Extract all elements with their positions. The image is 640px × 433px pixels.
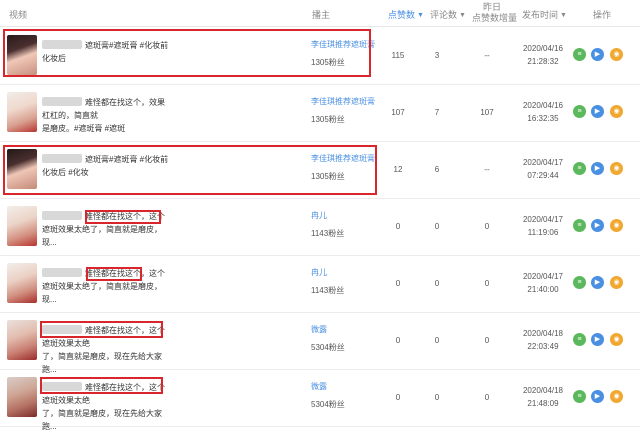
sort-desc-icon: ▼ (417, 12, 424, 19)
likes-count: 0 (395, 393, 401, 402)
likes-count: 107 (391, 108, 405, 117)
author-link[interactable]: 李佳琪推荐遮斑膏 (311, 96, 375, 107)
likes-count: 0 (395, 336, 401, 345)
detail-icon[interactable]: ≡ (573, 48, 586, 61)
comments-count: 0 (434, 222, 440, 231)
analyze-icon[interactable]: ◉ (610, 162, 623, 175)
author-link[interactable]: 微露 (311, 324, 327, 335)
play-icon[interactable]: ▶ (591, 105, 604, 118)
author-link[interactable]: 冉儿 (311, 210, 327, 221)
header-yesterday-likes[interactable]: 昨日 点赞数增量 (472, 2, 517, 24)
video-thumbnail[interactable] (7, 263, 37, 303)
analyze-icon[interactable]: ◉ (610, 276, 623, 289)
comments-count: 7 (434, 108, 440, 117)
play-icon[interactable]: ▶ (591, 48, 604, 61)
fans-count: 1143粉丝 (311, 286, 345, 295)
table-row: 难怪都在找这个，这个 遮斑效果太绝了，简直就是磨皮，现... 冉儿 1143粉丝 … (0, 198, 640, 256)
header-comments[interactable]: 评论数 ▼ (430, 8, 466, 21)
video-thumbnail[interactable] (7, 320, 37, 360)
yesterday-likes-count: -- (484, 51, 490, 60)
fans-count: 1305粉丝 (311, 115, 345, 124)
likes-count: 0 (395, 222, 401, 231)
yesterday-likes-count: 0 (484, 393, 490, 402)
detail-icon[interactable]: ≡ (573, 333, 586, 346)
yesterday-likes-count: 0 (484, 222, 490, 231)
header-publish-time[interactable]: 发布时间 ▼ (522, 8, 567, 21)
detail-icon[interactable]: ≡ (573, 105, 586, 118)
comments-count: 0 (434, 393, 440, 402)
play-icon[interactable]: ▶ (591, 162, 604, 175)
video-table: 视频 播主 点赞数 ▼ 评论数 ▼ 昨日 点赞数增量 发布时间 ▼ 操作 遮斑膏#遮斑膏… (0, 0, 640, 431)
author-tag (42, 97, 82, 106)
highlight-box (85, 210, 161, 224)
highlight-box (40, 321, 163, 338)
play-icon[interactable]: ▶ (591, 219, 604, 232)
analyze-icon[interactable]: ◉ (610, 48, 623, 61)
highlight-box (3, 29, 371, 77)
video-title[interactable]: 难怪都在找这个，效果杠杠的，简直就 是磨皮。#遮斑膏 #遮斑 (42, 96, 170, 135)
publish-time: 2020/04/17 11:19:06 (522, 215, 564, 237)
highlight-box (86, 267, 142, 281)
play-icon[interactable]: ▶ (591, 333, 604, 346)
play-icon[interactable]: ▶ (591, 390, 604, 403)
detail-icon[interactable]: ≡ (573, 219, 586, 232)
comments-count: 6 (434, 165, 440, 174)
fans-count: 5304粉丝 (311, 400, 345, 409)
publish-time: 2020/04/18 21:48:09 (522, 386, 564, 408)
author-tag (42, 268, 82, 277)
publish-time: 2020/04/17 07:29:44 (522, 158, 564, 180)
author-tag (42, 211, 82, 220)
video-thumbnail[interactable] (7, 377, 37, 417)
publish-time: 2020/04/18 22:03:49 (522, 329, 564, 351)
analyze-icon[interactable]: ◉ (610, 105, 623, 118)
highlight-box (40, 377, 163, 394)
comments-count: 3 (434, 51, 440, 60)
likes-count: 0 (395, 279, 401, 288)
yesterday-likes-count: -- (484, 165, 490, 174)
yesterday-likes-count: 0 (484, 336, 490, 345)
yesterday-likes-count: 107 (480, 108, 494, 117)
detail-icon[interactable]: ≡ (573, 390, 586, 403)
author-link[interactable]: 微露 (311, 381, 327, 392)
analyze-icon[interactable]: ◉ (610, 390, 623, 403)
table-row: 难怪都在找这个，这个 遮斑效果太绝了，简直就是磨皮，现... 冉儿 1143粉丝 … (0, 255, 640, 313)
header-operations: 操作 (593, 10, 612, 20)
publish-time: 2020/04/16 16:32:35 (522, 101, 564, 123)
table-header: 视频 播主 点赞数 ▼ 评论数 ▼ 昨日 点赞数增量 发布时间 ▼ 操作 (0, 0, 640, 27)
sort-icon: ▼ (560, 12, 567, 19)
publish-time: 2020/04/17 21:40:00 (522, 272, 564, 294)
header-author: 播主 (312, 10, 331, 20)
fans-count: 5304粉丝 (311, 343, 345, 352)
highlight-box (3, 145, 377, 195)
comments-count: 0 (434, 336, 440, 345)
publish-time: 2020/04/16 21:28:32 (522, 44, 564, 66)
author-link[interactable]: 冉儿 (311, 267, 327, 278)
sort-icon: ▼ (459, 12, 466, 19)
fans-count: 1143粉丝 (311, 229, 345, 238)
yesterday-likes-count: 0 (484, 279, 490, 288)
table-row: 难怪都在找这个，效果杠杠的，简直就 是磨皮。#遮斑膏 #遮斑 李佳琪推荐遮斑膏 1… (0, 84, 640, 142)
video-thumbnail[interactable] (7, 92, 37, 132)
likes-count: 115 (391, 51, 405, 60)
analyze-icon[interactable]: ◉ (610, 219, 623, 232)
header-video: 视频 (9, 10, 28, 20)
likes-count: 12 (393, 165, 403, 174)
detail-icon[interactable]: ≡ (573, 162, 586, 175)
analyze-icon[interactable]: ◉ (610, 333, 623, 346)
header-likes[interactable]: 点赞数 ▼ (388, 8, 424, 21)
detail-icon[interactable]: ≡ (573, 276, 586, 289)
comments-count: 0 (434, 279, 440, 288)
video-thumbnail[interactable] (7, 206, 37, 246)
play-icon[interactable]: ▶ (591, 276, 604, 289)
